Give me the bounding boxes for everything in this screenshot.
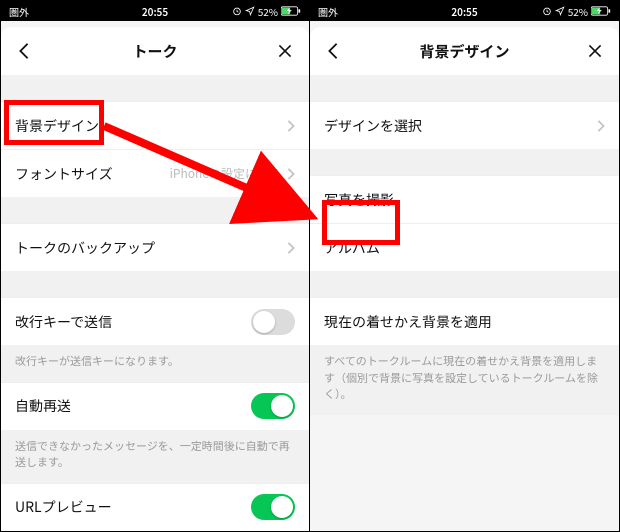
row-label: 背景デザイン (15, 116, 99, 136)
row-label: デザインを選択 (324, 116, 422, 136)
status-battery-text: 52% (258, 4, 278, 19)
location-icon (245, 6, 255, 16)
row-desc: トークルームでURLのサムネイルと内容をプレビューできます。 (1, 531, 309, 532)
row-label: フォントサイズ (15, 164, 113, 184)
close-button[interactable] (271, 37, 299, 65)
row-take-photo[interactable]: 写真を撮影 (310, 175, 619, 223)
status-bar: 圏外 20:55 52% (310, 1, 619, 21)
row-label: 自動再送 (15, 396, 71, 416)
close-icon (277, 43, 293, 59)
battery-icon (591, 6, 611, 16)
status-carrier: 圏外 (318, 4, 338, 19)
row-enter-send[interactable]: 改行キーで送信 (1, 297, 309, 345)
status-carrier: 圏外 (9, 4, 29, 19)
battery-icon (281, 6, 301, 16)
row-backup[interactable]: トークのバックアップ (1, 223, 309, 271)
chevron-left-icon (326, 42, 340, 60)
row-value: iPhoneの設定に従う (170, 165, 281, 182)
location-icon (555, 6, 565, 16)
phone-right: 圏外 20:55 52% 背景デザイン デザインを選択 写 (310, 1, 619, 531)
row-label: 写真を撮影 (324, 190, 394, 210)
row-label: URLプレビュー (15, 497, 112, 517)
row-label: トークのバックアップ (15, 238, 155, 258)
status-right: 52% (542, 4, 611, 19)
close-button[interactable] (581, 37, 609, 65)
status-bar: 圏外 20:55 52% (1, 1, 309, 21)
phone-left: 圏外 20:55 52% トーク 背景デザイン フォントサイズ (1, 1, 310, 531)
header: 背景デザイン (310, 27, 619, 75)
toggle-url-preview[interactable] (251, 494, 295, 520)
status-right: 52% (232, 4, 301, 19)
row-label: アルバム (324, 238, 380, 258)
back-button[interactable] (11, 36, 37, 66)
chevron-right-icon (597, 120, 605, 132)
row-choose-design[interactable]: デザインを選択 (310, 101, 619, 149)
alarm-icon (232, 6, 242, 16)
page-title: トーク (132, 41, 177, 62)
row-label: 改行キーで送信 (15, 312, 112, 332)
page-title: 背景デザイン (419, 41, 509, 62)
chevron-right-icon (287, 120, 295, 132)
row-font-size[interactable]: フォントサイズ iPhoneの設定に従う (1, 149, 309, 197)
status-time: 20:55 (142, 4, 168, 19)
row-auto-resend[interactable]: 自動再送 (1, 382, 309, 430)
back-button[interactable] (320, 36, 346, 66)
row-label: 現在の着せかえ背景を適用 (324, 312, 492, 332)
row-background-design[interactable]: 背景デザイン (1, 101, 309, 149)
chevron-left-icon (17, 42, 31, 60)
row-desc: 改行キーが送信キーになります。 (1, 345, 309, 382)
row-desc: 送信できなかったメッセージを、一定時間後に自動で再送します。 (1, 430, 309, 483)
status-time: 20:55 (451, 4, 477, 19)
row-desc: すべてのトークルームに現在の着せかえ背景を適用します（個別で背景に写真を設定して… (310, 345, 619, 415)
chevron-right-icon (287, 242, 295, 254)
header: トーク (1, 27, 309, 75)
chevron-right-icon (287, 168, 295, 180)
close-icon (587, 43, 603, 59)
row-url-preview[interactable]: URLプレビュー (1, 483, 309, 531)
row-apply-theme[interactable]: 現在の着せかえ背景を適用 (310, 297, 619, 345)
status-battery-text: 52% (568, 4, 588, 19)
alarm-icon (542, 6, 552, 16)
row-album[interactable]: アルバム (310, 223, 619, 271)
toggle-enter-send[interactable] (251, 309, 295, 335)
toggle-auto-resend[interactable] (251, 393, 295, 419)
